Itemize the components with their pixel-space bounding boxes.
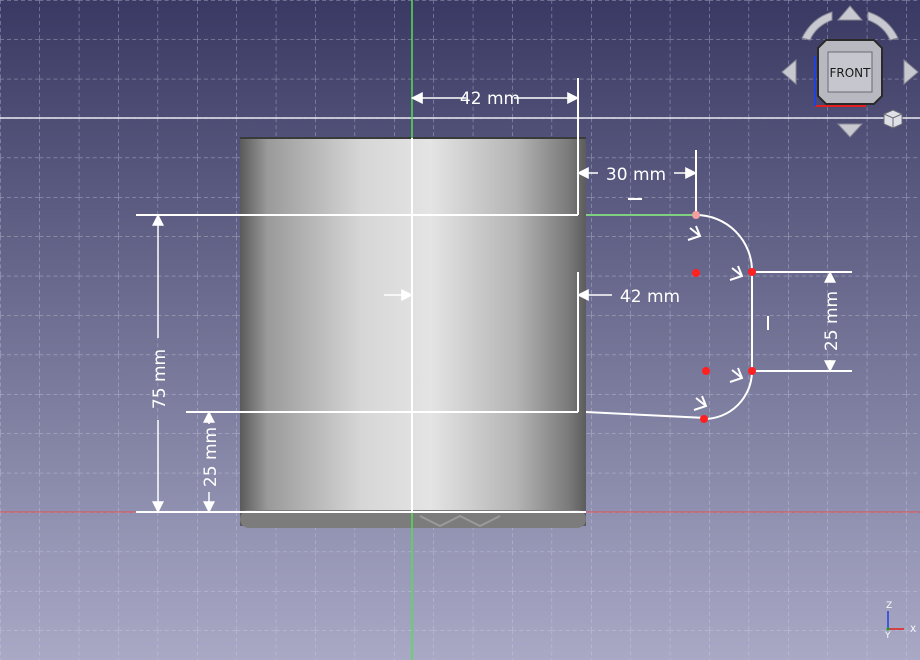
dimension-label-radius-top[interactable]: 42 mm [460, 89, 520, 109]
sketch-point [748, 367, 756, 375]
sketch-point [702, 367, 710, 375]
dimension-label-handle-height[interactable]: 25 mm [822, 291, 842, 351]
dimension-label-handle-offset[interactable]: 30 mm [606, 165, 666, 185]
sketch-point [692, 269, 700, 277]
dimension-label-radius-inner[interactable]: 42 mm [620, 287, 680, 307]
sketch-scene[interactable]: 42 mm 30 mm 42 mm 75 mm 25 mm 25 mm [0, 0, 920, 660]
sketch-point [748, 268, 756, 276]
dimension-label-handle-bottom[interactable]: 25 mm [201, 427, 221, 487]
sketch-point [700, 415, 708, 423]
3d-viewport[interactable]: 42 mm 30 mm 42 mm 75 mm 25 mm 25 mm FRON… [0, 0, 920, 660]
cube-face-label: FRONT [830, 66, 872, 80]
dimension-label-height-total[interactable]: 75 mm [150, 349, 170, 409]
sketch-point [692, 211, 700, 219]
view-menu-cube-icon[interactable] [883, 109, 903, 129]
